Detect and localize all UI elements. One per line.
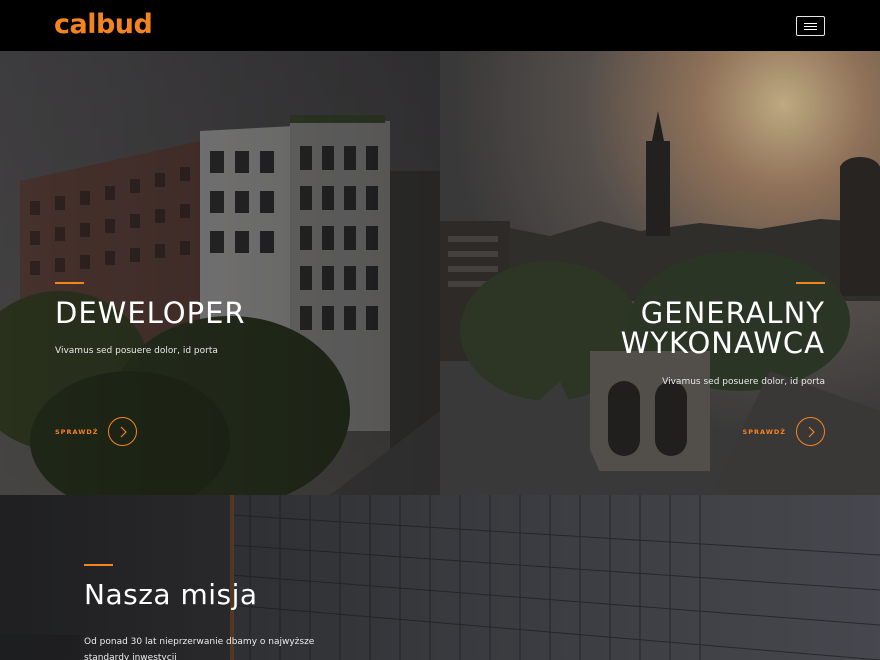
hero-panel-general-contractor[interactable]: GENERALNY WYKONAWCA Vivamus sed posuere … bbox=[440, 51, 880, 495]
mission-accent-line bbox=[84, 564, 113, 566]
developer-subtitle: Vivamus sed posuere dolor, id porta bbox=[55, 346, 218, 356]
developer-title: DEWELOPER bbox=[55, 296, 246, 330]
contractor-title-line1: GENERALNY bbox=[640, 296, 825, 330]
contractor-title-line2: WYKONAWCA bbox=[620, 326, 825, 360]
developer-accent-line bbox=[55, 282, 84, 284]
cta-label: SPRAWDŹ bbox=[742, 427, 786, 436]
cta-label: SPRAWDŹ bbox=[55, 427, 99, 436]
mission-text: Od ponad 30 lat nieprzerwanie dbamy o na… bbox=[84, 637, 315, 660]
site-header: calbud bbox=[0, 0, 880, 51]
mission-title: Nasza misja bbox=[84, 578, 258, 611]
developer-cta-link[interactable]: SPRAWDŹ bbox=[55, 417, 138, 446]
calbud-logo[interactable]: calbud bbox=[54, 9, 153, 41]
hamburger-menu-icon[interactable] bbox=[796, 16, 825, 36]
contractor-cta-link[interactable]: SPRAWDŹ bbox=[743, 417, 825, 446]
chevron-right-icon[interactable] bbox=[108, 417, 138, 446]
hero-panel-developer[interactable]: DEWELOPER Vivamus sed posuere dolor, id … bbox=[0, 51, 440, 495]
chevron-right-icon[interactable] bbox=[796, 417, 825, 446]
contractor-subtitle: Vivamus sed posuere dolor, id porta bbox=[662, 377, 825, 387]
contractor-accent-line bbox=[796, 282, 825, 284]
